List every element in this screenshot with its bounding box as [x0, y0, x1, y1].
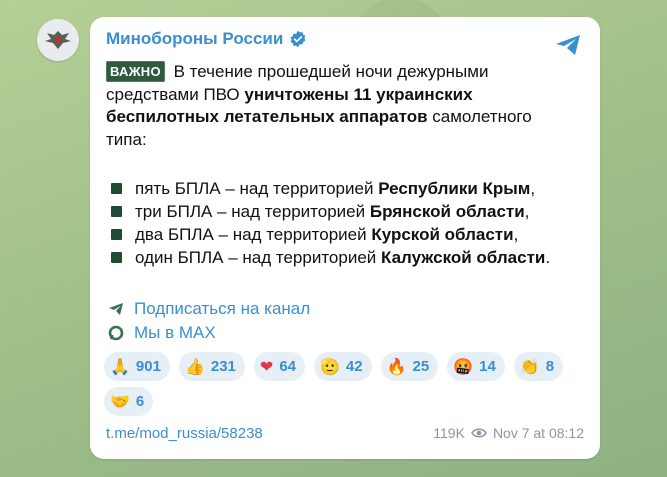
reaction-count: 14 [479, 358, 496, 375]
reaction-heart[interactable]: ❤ 64 [253, 352, 305, 381]
thumbs-up-emoji-icon: 👍 [184, 357, 205, 376]
message-card: Минобороны России ВАЖНО В течение прошед… [90, 17, 600, 459]
list-item-prefix: пять БПЛА – над территорией [135, 179, 374, 198]
list-item-bold: Калужской области [381, 248, 546, 267]
post-meta: 119K Nov 7 at 08:12 [433, 425, 584, 441]
handshake-emoji-icon: 🤝 [110, 392, 130, 411]
post-links: Подписаться на канал Мы в MAX [106, 297, 310, 345]
subscribe-link[interactable]: Подписаться на канал [106, 297, 310, 321]
list-item-suffix: , [513, 225, 519, 244]
subscribe-link-label[interactable]: Подписаться на канал [134, 297, 310, 321]
list-item-suffix: , [524, 202, 530, 221]
reaction-count: 64 [279, 358, 296, 375]
verified-icon [290, 30, 306, 48]
post-date: Nov 7 at 08:12 [492, 425, 584, 441]
reaction-count: 8 [545, 358, 555, 375]
fire-emoji-icon: 🔥 [386, 357, 407, 376]
pray-emoji-icon: 🙏 [110, 357, 130, 376]
reaction-clap[interactable]: 👏 8 [513, 352, 564, 381]
reaction-salute[interactable]: 🫡 42 [314, 352, 372, 381]
reaction-count: 42 [345, 358, 363, 375]
reaction-count: 25 [412, 358, 430, 375]
heart-emoji-icon: ❤ [259, 357, 274, 376]
eye-icon [471, 428, 487, 438]
post-link[interactable]: t.me/mod_russia/58238 [106, 425, 263, 442]
channel-name[interactable]: Минобороны России [106, 29, 283, 49]
emblem-icon [45, 31, 71, 49]
list-item: три БПЛА – над территорией Брянской обла… [106, 200, 550, 223]
channel-title[interactable]: Минобороны России [106, 29, 307, 49]
bullet-icon [111, 183, 122, 194]
reaction-thumbs-up[interactable]: 👍 231 [178, 352, 245, 381]
list-item: один БПЛА – над территорией Калужской об… [106, 246, 550, 269]
list-item-prefix: один БПЛА – над территорией [135, 248, 377, 267]
max-link-label[interactable]: Мы в MAX [134, 321, 216, 345]
reaction-pray[interactable]: 🙏 901 [104, 352, 170, 381]
reaction-count: 901 [135, 358, 161, 375]
reaction-angry[interactable]: 🤬 14 [447, 352, 505, 381]
max-link[interactable]: Мы в MAX [106, 321, 310, 345]
list-item-prefix: три БПЛА – над территорией [135, 202, 366, 221]
reaction-handshake[interactable]: 🤝 6 [104, 387, 154, 416]
list-item: пять БПЛА – над территорией Республики К… [106, 177, 550, 200]
list-item: два БПЛА – над территорией Курской облас… [106, 223, 550, 246]
reaction-count: 231 [210, 358, 236, 375]
important-badge: ВАЖНО [106, 61, 165, 82]
angry-emoji-icon: 🤬 [453, 357, 474, 376]
reaction-count: 6 [135, 393, 145, 410]
bullet-icon [111, 229, 122, 240]
max-icon [108, 325, 124, 341]
channel-avatar[interactable] [37, 19, 79, 61]
salute-emoji-icon: 🫡 [320, 357, 340, 376]
list-item-bold: Республики Крым [378, 179, 531, 198]
bullet-icon [111, 252, 122, 263]
share-icon[interactable] [554, 33, 582, 57]
drone-list: пять БПЛА – над территорией Республики К… [106, 177, 550, 269]
list-item-suffix: . [545, 248, 551, 267]
list-item-bold: Курской области [371, 225, 514, 244]
view-count: 119K [433, 425, 465, 441]
post-text: ВАЖНО В течение прошедшей ночи дежурными… [106, 61, 576, 151]
list-item-bold: Брянской области [369, 202, 525, 221]
reaction-fire[interactable]: 🔥 25 [380, 352, 439, 381]
telegram-icon [108, 301, 124, 317]
list-item-suffix: , [530, 179, 536, 198]
reactions-bar: 🙏 901 👍 231 ❤ 64 🫡 42 🔥 25 🤬 14 👏 8 🤝 6 [104, 352, 584, 416]
list-item-prefix: два БПЛА – над территорией [135, 225, 367, 244]
bullet-icon [111, 206, 122, 217]
clap-emoji-icon: 👏 [519, 357, 540, 376]
